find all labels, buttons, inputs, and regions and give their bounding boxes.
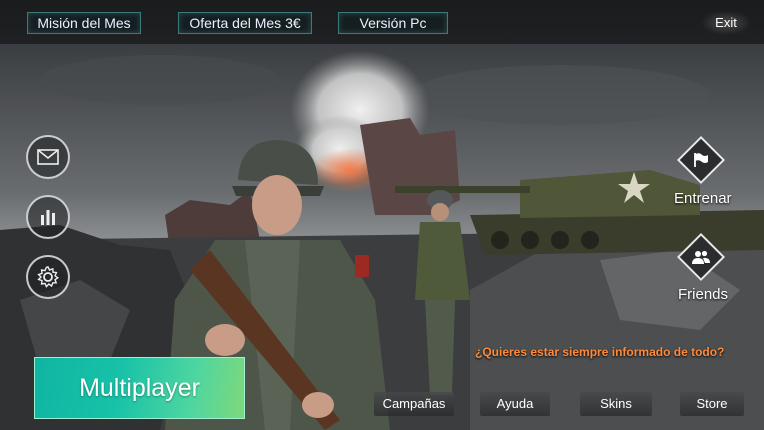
ayuda-button[interactable]: Ayuda: [480, 392, 550, 416]
skins-button[interactable]: Skins: [580, 392, 652, 416]
cloud: [40, 55, 280, 105]
cloud: [410, 65, 710, 125]
settings-button[interactable]: [26, 255, 70, 299]
version-pc-button[interactable]: Versión Pc: [338, 12, 448, 34]
flag-icon: [694, 153, 708, 167]
exit-button[interactable]: Exit: [703, 12, 749, 34]
mail-icon: [37, 149, 59, 165]
friends-icon: [692, 250, 710, 264]
stats-button[interactable]: [26, 195, 70, 239]
entrenar-label[interactable]: Entrenar: [674, 190, 732, 207]
gear-icon: [37, 266, 60, 288]
mision-del-mes-button[interactable]: Misión del Mes: [27, 12, 141, 34]
info-link[interactable]: ¿Quieres estar siempre informado de todo…: [475, 345, 724, 359]
store-button[interactable]: Store: [680, 392, 744, 416]
mail-button[interactable]: [26, 135, 70, 179]
campanas-button[interactable]: Campañas: [374, 392, 454, 416]
friends-label[interactable]: Friends: [678, 286, 728, 303]
multiplayer-button[interactable]: Multiplayer: [34, 357, 245, 419]
bar-chart-icon: [41, 210, 55, 225]
oferta-del-mes-button[interactable]: Oferta del Mes 3€: [178, 12, 312, 34]
